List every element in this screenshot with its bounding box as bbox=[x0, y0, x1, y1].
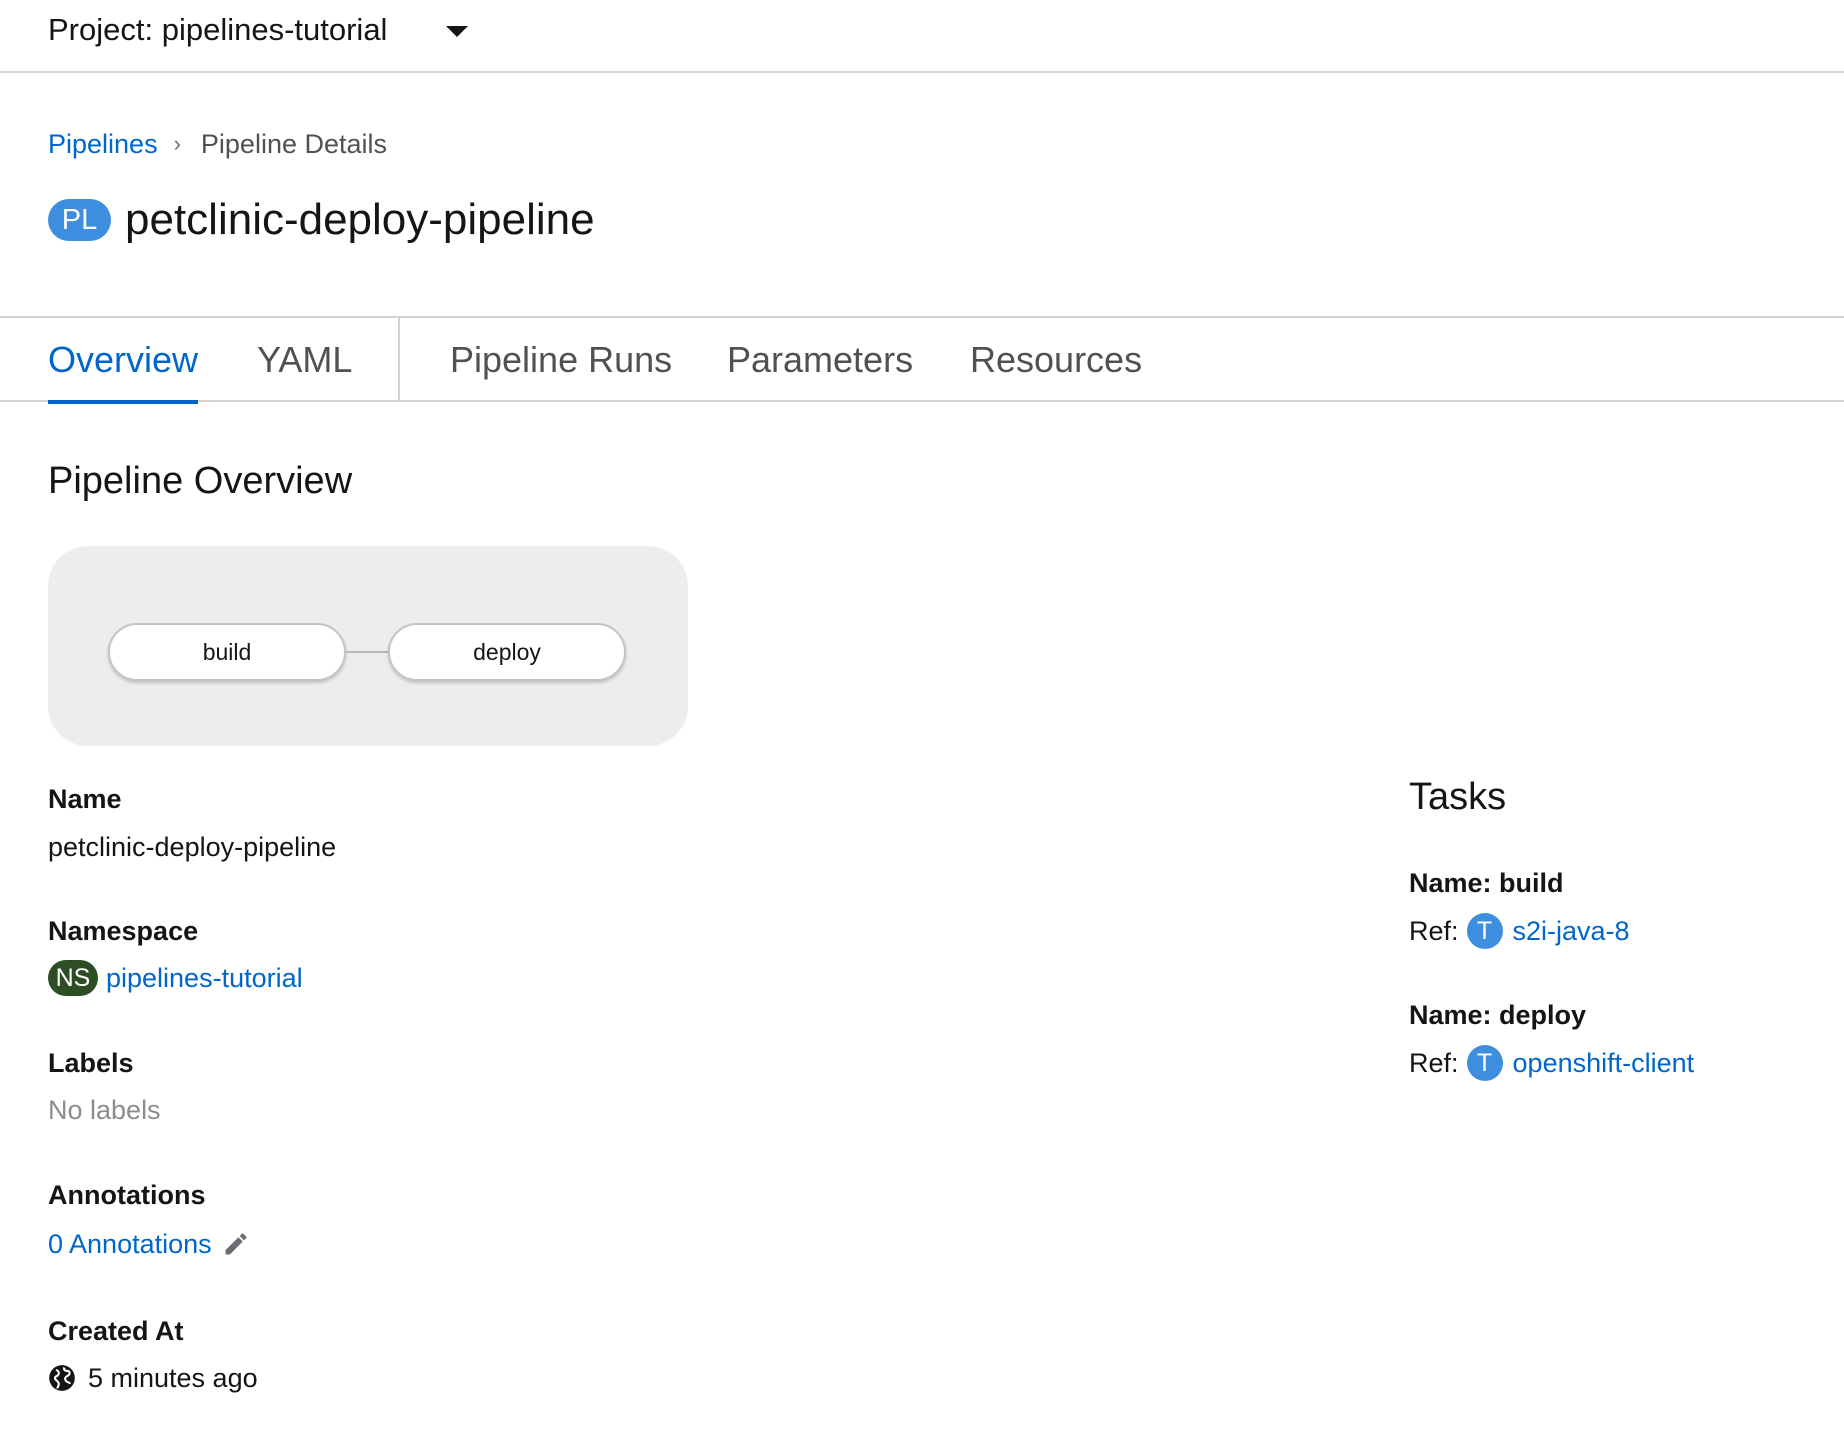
pipeline-node-build[interactable]: build bbox=[108, 623, 346, 681]
caret-down-icon[interactable] bbox=[446, 26, 468, 37]
namespace-badge: NS bbox=[48, 960, 98, 996]
task-ref-prefix: Ref: bbox=[1409, 1047, 1459, 1078]
labels-value: No labels bbox=[48, 1094, 161, 1125]
chevron-right-icon: › bbox=[173, 131, 181, 156]
globe-icon bbox=[48, 1364, 76, 1392]
created-label: Created At bbox=[48, 1316, 184, 1346]
annotations-row: 0 Annotations bbox=[48, 1226, 250, 1262]
breadcrumb: Pipelines › Pipeline Details bbox=[48, 126, 387, 162]
labels-label: Labels bbox=[48, 1048, 134, 1078]
task-ref-link-deploy[interactable]: openshift-client bbox=[1513, 1048, 1695, 1079]
pencil-icon[interactable] bbox=[222, 1230, 250, 1258]
annotations-link[interactable]: 0 Annotations bbox=[48, 1229, 212, 1260]
name-label: Name bbox=[48, 784, 122, 814]
created-value: 5 minutes ago bbox=[88, 1362, 258, 1393]
task-ref-prefix: Ref: bbox=[1409, 915, 1459, 946]
annotations-label: Annotations bbox=[48, 1180, 206, 1210]
page-header: PL petclinic-deploy-pipeline bbox=[48, 192, 595, 248]
namespace-link[interactable]: pipelines-tutorial bbox=[106, 963, 303, 994]
tasks-title: Tasks bbox=[1409, 776, 1507, 818]
tab-divider bbox=[398, 318, 400, 402]
section-title: Pipeline Overview bbox=[48, 460, 353, 502]
task-name-deploy: Name: deploy bbox=[1409, 1000, 1587, 1030]
pipeline-badge: PL bbox=[48, 199, 111, 241]
task-ref-link-build[interactable]: s2i-java-8 bbox=[1513, 916, 1630, 947]
tab-parameters[interactable]: Parameters bbox=[727, 318, 913, 402]
project-selector-label: Project: pipelines-tutorial bbox=[48, 12, 388, 47]
task-badge: T bbox=[1466, 913, 1503, 949]
tab-bar: Overview YAML Pipeline Runs Parameters R… bbox=[0, 316, 1844, 404]
project-bar: Project: pipelines-tutorial bbox=[0, 0, 1844, 73]
tab-pipeline-runs[interactable]: Pipeline Runs bbox=[450, 318, 672, 402]
created-row: 5 minutes ago bbox=[48, 1360, 258, 1396]
tab-overview[interactable]: Overview bbox=[48, 318, 199, 404]
task-ref-build: Ref: T s2i-java-8 bbox=[1409, 912, 1630, 950]
page-title: petclinic-deploy-pipeline bbox=[125, 195, 595, 244]
project-selector[interactable]: Project: pipelines-tutorial bbox=[48, 8, 387, 52]
namespace-label: Namespace bbox=[48, 916, 199, 946]
node-connector bbox=[346, 651, 388, 653]
tab-resources[interactable]: Resources bbox=[970, 318, 1142, 402]
breadcrumb-current: Pipeline Details bbox=[200, 128, 388, 159]
pipeline-graph: build deploy bbox=[48, 546, 688, 746]
task-badge: T bbox=[1466, 1045, 1503, 1081]
tab-yaml[interactable]: YAML bbox=[257, 318, 352, 402]
name-value: petclinic-deploy-pipeline bbox=[48, 831, 337, 862]
task-ref-deploy: Ref: T openshift-client bbox=[1409, 1044, 1694, 1082]
namespace-value: NS pipelines-tutorial bbox=[48, 960, 303, 996]
task-name-build: Name: build bbox=[1409, 868, 1564, 898]
pipeline-node-deploy[interactable]: deploy bbox=[388, 623, 626, 681]
breadcrumb-link-pipelines[interactable]: Pipelines bbox=[48, 129, 158, 160]
